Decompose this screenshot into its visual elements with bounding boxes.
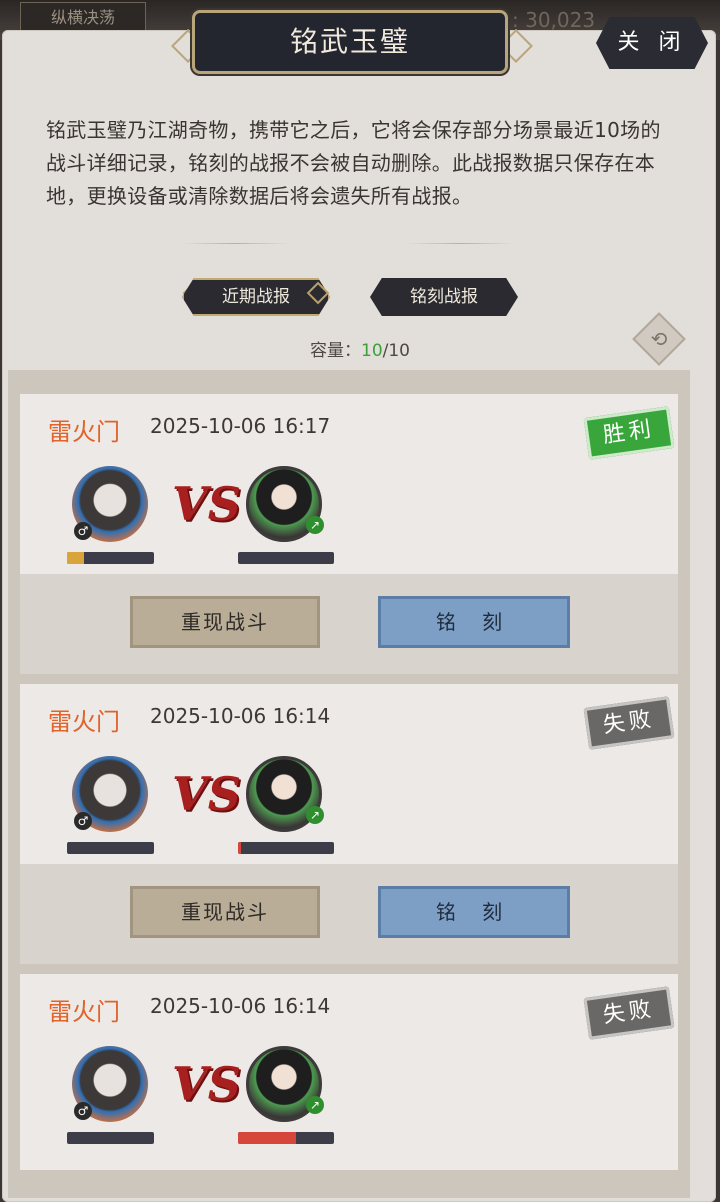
capacity-total: /10 <box>382 341 410 361</box>
card-actions: 重现战斗 铭 刻 <box>20 864 678 964</box>
capacity-used: 10 <box>361 341 383 361</box>
replay-button[interactable]: 重现战斗 <box>130 596 320 648</box>
opponent-hp-bar <box>238 842 334 854</box>
tab-recent-reports[interactable]: 近期战报 <box>182 278 330 316</box>
capacity-display: 容量：10/10 <box>0 336 720 361</box>
battle-time: 2025-10-06 16:17 <box>150 414 331 438</box>
sect-name: 雷火门 <box>48 418 120 446</box>
description-text: 铭武玉璧乃江湖奇物，携带它之后，它将会保存部分场景最近10场的战斗详细记录，铭刻… <box>46 118 661 208</box>
vs-label: VS <box>172 477 241 531</box>
male-icon: ♂ <box>74 1102 92 1120</box>
player-hp-bar <box>67 842 154 854</box>
card-actions: 重现战斗 铭 刻 <box>20 574 678 674</box>
close-button[interactable]: 关 闭 <box>596 17 708 69</box>
report-card: 雷火门 2025-10-06 16:14 失败 ♂ VS ↗ <box>20 974 678 1170</box>
vs-label: VS <box>172 767 241 821</box>
result-stamp: 失败 <box>583 986 675 1040</box>
engrave-button[interactable]: 铭 刻 <box>378 596 570 648</box>
top-left-tab[interactable]: 纵横决荡 <box>20 2 146 32</box>
result-stamp: 胜利 <box>583 406 675 460</box>
report-card: 雷火门 2025-10-06 16:14 失败 ♂ VS ↗ 重现战斗 铭 刻 <box>20 684 678 964</box>
vs-label: VS <box>172 1057 241 1111</box>
capacity-label: 容量： <box>310 341 361 361</box>
sword-icon: ↗ <box>306 1096 324 1114</box>
divider-right <box>406 243 516 244</box>
player-hp-bar <box>67 1132 154 1144</box>
dialog-title: 铭武玉璧 <box>192 10 508 74</box>
sword-icon: ↗ <box>306 806 324 824</box>
male-icon: ♂ <box>74 522 92 540</box>
report-card: 雷火门 2025-10-06 16:17 胜利 ♂ VS ↗ 重现战斗 铭 刻 <box>20 394 678 674</box>
engrave-button[interactable]: 铭 刻 <box>378 886 570 938</box>
divider-left <box>180 243 290 244</box>
player-hp-bar <box>67 552 154 564</box>
opponent-hp-bar <box>238 1132 334 1144</box>
battle-time: 2025-10-06 16:14 <box>150 994 331 1018</box>
sect-name: 雷火门 <box>48 708 120 736</box>
battle-time: 2025-10-06 16:14 <box>150 704 331 728</box>
sect-name: 雷火门 <box>48 998 120 1026</box>
sword-icon: ↗ <box>306 516 324 534</box>
tab-engraved-reports[interactable]: 铭刻战报 <box>370 278 518 316</box>
male-icon: ♂ <box>74 812 92 830</box>
opponent-hp-bar <box>238 552 334 564</box>
result-stamp: 失败 <box>583 696 675 750</box>
replay-button[interactable]: 重现战斗 <box>130 886 320 938</box>
